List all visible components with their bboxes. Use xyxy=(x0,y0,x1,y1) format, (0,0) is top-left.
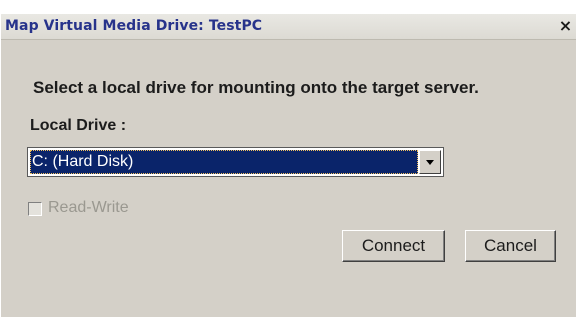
connect-button[interactable]: Connect xyxy=(342,230,445,262)
dialog-top-edge xyxy=(1,0,576,14)
window-title: Map Virtual Media Drive: TestPC xyxy=(5,18,263,34)
instruction-text: Select a local drive for mounting onto t… xyxy=(33,78,479,97)
title-bar[interactable]: Map Virtual Media Drive: TestPC × xyxy=(1,14,576,40)
read-write-checkbox[interactable] xyxy=(28,202,42,216)
chevron-down-icon[interactable] xyxy=(419,150,441,174)
close-icon[interactable]: × xyxy=(556,16,575,36)
local-drive-label: Local Drive : xyxy=(30,117,127,134)
map-virtual-media-dialog: Map Virtual Media Drive: TestPC × Select… xyxy=(0,0,576,317)
cancel-button[interactable]: Cancel xyxy=(465,230,556,262)
read-write-label: Read-Write xyxy=(48,199,129,216)
local-drive-select[interactable]: C: (Hard Disk) xyxy=(27,147,444,177)
local-drive-selected-value[interactable]: C: (Hard Disk) xyxy=(30,150,418,174)
